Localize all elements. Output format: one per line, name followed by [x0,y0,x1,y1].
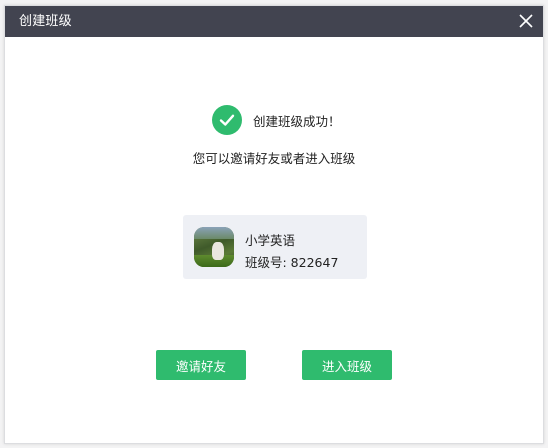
close-icon[interactable] [518,13,534,29]
class-card: 小学英语 班级号: 822647 [183,215,367,279]
create-class-dialog: 创建班级 创建班级成功！ 您可以邀请好友或者进入班级 小学英语 班级号: 822… [4,5,544,444]
enter-class-button[interactable]: 进入班级 [302,350,392,380]
class-thumbnail [194,227,234,267]
class-number: 班级号: 822647 [245,255,339,270]
check-circle-icon [212,105,242,135]
success-hint: 您可以邀请好友或者进入班级 [192,151,356,166]
success-message: 创建班级成功！ [253,113,341,129]
success-row: 创建班级成功！ [212,105,341,135]
dialog-titlebar: 创建班级 [5,6,543,37]
invite-friends-button[interactable]: 邀请好友 [156,350,246,380]
class-name: 小学英语 [245,233,296,248]
dialog-title: 创建班级 [19,14,72,29]
